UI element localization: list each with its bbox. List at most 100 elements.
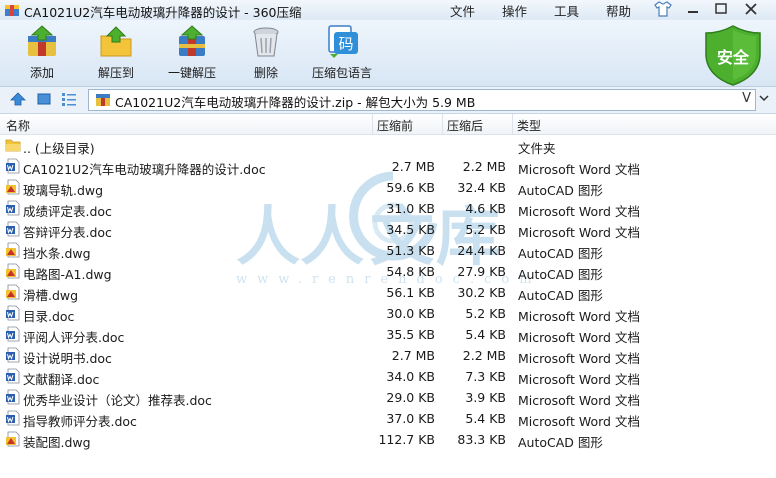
column-header-packed[interactable]: 压缩后 [447, 117, 483, 134]
trash-bin-icon [253, 27, 279, 57]
doc-file-icon [6, 326, 20, 342]
file-type: Microsoft Word 文档 [518, 309, 640, 324]
file-size: 29.0 KB [386, 390, 435, 405]
file-type: Microsoft Word 文档 [518, 393, 640, 408]
menu-file[interactable]: 文件 [450, 1, 475, 20]
list-item[interactable]: 文献翻译.doc 34.0 KB 7.3 KB Microsoft Word 文… [0, 366, 776, 387]
file-type: AutoCAD 图形 [518, 246, 603, 261]
file-size: 37.0 KB [386, 411, 435, 426]
doc-file-icon [6, 389, 20, 405]
file-type: Microsoft Word 文档 [518, 162, 640, 177]
address-dropdown-icon[interactable]: V [742, 91, 751, 106]
menu-help[interactable]: 帮助 [606, 1, 631, 20]
file-size: 51.3 KB [386, 243, 435, 258]
file-type: AutoCAD 图形 [518, 267, 603, 282]
file-size: 2.7 MB [391, 348, 435, 363]
menu-operation[interactable]: 操作 [502, 1, 527, 20]
column-divider[interactable] [512, 114, 513, 134]
file-packed-size: 5.4 KB [465, 327, 506, 342]
file-packed-size: 2.2 MB [462, 348, 506, 363]
up-arrow-icon[interactable] [10, 91, 26, 107]
file-type: Microsoft Word 文档 [518, 204, 640, 219]
file-name: 装配图.dwg [23, 435, 91, 450]
thumbnail-view-icon[interactable] [36, 91, 52, 107]
minimize-icon[interactable] [682, 0, 704, 18]
list-item[interactable]: .. (上级目录) 文件夹 [0, 135, 776, 156]
list-item[interactable]: 设计说明书.doc 2.7 MB 2.2 MB Microsoft Word 文… [0, 345, 776, 366]
file-name: 评阅人评分表.doc [23, 330, 125, 345]
file-type: AutoCAD 图形 [518, 183, 603, 198]
column-header-type[interactable]: 类型 [517, 117, 541, 134]
folder-icon [5, 139, 21, 152]
list-item[interactable]: 电路图-A1.dwg 54.8 KB 27.9 KB AutoCAD 图形 [0, 261, 776, 282]
security-badge-label: 安全 [716, 48, 749, 67]
one-click-extract-button[interactable]: 一键解压 [164, 24, 220, 81]
doc-file-icon [6, 158, 20, 174]
file-packed-size: 5.4 KB [465, 411, 506, 426]
file-type: Microsoft Word 文档 [518, 414, 640, 429]
file-size: 59.6 KB [386, 180, 435, 195]
list-item[interactable]: 成绩评定表.doc 31.0 KB 4.6 KB Microsoft Word … [0, 198, 776, 219]
file-type: AutoCAD 图形 [518, 288, 603, 303]
zip-archive-icon [96, 94, 110, 106]
file-packed-size: 2.2 MB [462, 159, 506, 174]
file-name: .. (上级目录) [23, 141, 95, 156]
file-size: 56.1 KB [386, 285, 435, 300]
list-view-icon[interactable] [61, 91, 77, 107]
address-field[interactable]: CA1021U2汽车电动玻璃升降器的设计.zip - 解包大小为 5.9 MB … [88, 89, 756, 111]
security-badge[interactable]: 安全 [704, 24, 762, 86]
column-header-size[interactable]: 压缩前 [377, 117, 413, 134]
archive-language-button[interactable]: 码 压缩包语言 [310, 24, 374, 81]
file-size: 30.0 KB [386, 306, 435, 321]
file-packed-size: 24.4 KB [457, 243, 506, 258]
list-item[interactable]: 挡水条.dwg 51.3 KB 24.4 KB AutoCAD 图形 [0, 240, 776, 261]
delete-button[interactable]: 删除 [246, 24, 286, 81]
doc-file-icon [6, 368, 20, 384]
dwg-file-icon [6, 242, 20, 258]
add-button[interactable]: 添加 [22, 24, 62, 81]
add-label: 添加 [29, 66, 54, 80]
chevron-down-icon[interactable] [758, 93, 770, 103]
file-size: 35.5 KB [386, 327, 435, 342]
file-size: 34.5 KB [386, 222, 435, 237]
dwg-file-icon [6, 284, 20, 300]
archive-language-icon: 码 [328, 25, 358, 58]
file-name: 电路图-A1.dwg [23, 267, 112, 282]
dwg-file-icon [6, 431, 20, 447]
dwg-file-icon [6, 179, 20, 195]
skin-shirt-icon[interactable] [654, 1, 672, 17]
list-item[interactable]: CA1021U2汽车电动玻璃升降器的设计.doc 2.7 MB 2.2 MB M… [0, 156, 776, 177]
list-item[interactable]: 评阅人评分表.doc 35.5 KB 5.4 KB Microsoft Word… [0, 324, 776, 345]
file-name: 滑槽.dwg [23, 288, 79, 303]
close-icon[interactable] [740, 0, 762, 18]
file-type: Microsoft Word 文档 [518, 225, 640, 240]
file-type: Microsoft Word 文档 [518, 330, 640, 345]
maximize-icon[interactable] [710, 0, 732, 18]
list-item[interactable]: 指导教师评分表.doc 37.0 KB 5.4 KB Microsoft Wor… [0, 408, 776, 429]
file-type: 文件夹 [518, 141, 556, 156]
title-bar: CA1021U2汽车电动玻璃升降器的设计 - 360压缩 文件 操作 工具 帮助 [0, 0, 776, 20]
list-item[interactable]: 目录.doc 30.0 KB 5.2 KB Microsoft Word 文档 [0, 303, 776, 324]
list-item[interactable]: 答辩评分表.doc 34.5 KB 5.2 KB Microsoft Word … [0, 219, 776, 240]
file-name: 文献翻译.doc [23, 372, 100, 387]
list-item[interactable]: 滑槽.dwg 56.1 KB 30.2 KB AutoCAD 图形 [0, 282, 776, 303]
column-divider[interactable] [372, 114, 373, 134]
menu-tools[interactable]: 工具 [554, 1, 579, 20]
column-header-name[interactable]: 名称 [6, 117, 30, 134]
list-item[interactable]: 装配图.dwg 112.7 KB 83.3 KB AutoCAD 图形 [0, 429, 776, 450]
list-item[interactable]: 优秀毕业设计（论文）推荐表.doc 29.0 KB 3.9 KB Microso… [0, 387, 776, 408]
list-item[interactable]: 玻璃导轨.dwg 59.6 KB 32.4 KB AutoCAD 图形 [0, 177, 776, 198]
doc-file-icon [6, 305, 20, 321]
file-packed-size: 4.6 KB [465, 201, 506, 216]
doc-file-icon [6, 221, 20, 237]
column-divider[interactable] [442, 114, 443, 134]
file-name: 目录.doc [23, 309, 75, 324]
file-name: 成绩评定表.doc [23, 204, 112, 219]
file-size: 54.8 KB [386, 264, 435, 279]
doc-file-icon [6, 410, 20, 426]
file-name: 挡水条.dwg [23, 246, 91, 261]
one-click-extract-icon [179, 25, 205, 56]
extract-to-button[interactable]: 解压到 [92, 24, 140, 81]
file-packed-size: 7.3 KB [465, 369, 506, 384]
app-logo-icon [5, 5, 19, 16]
